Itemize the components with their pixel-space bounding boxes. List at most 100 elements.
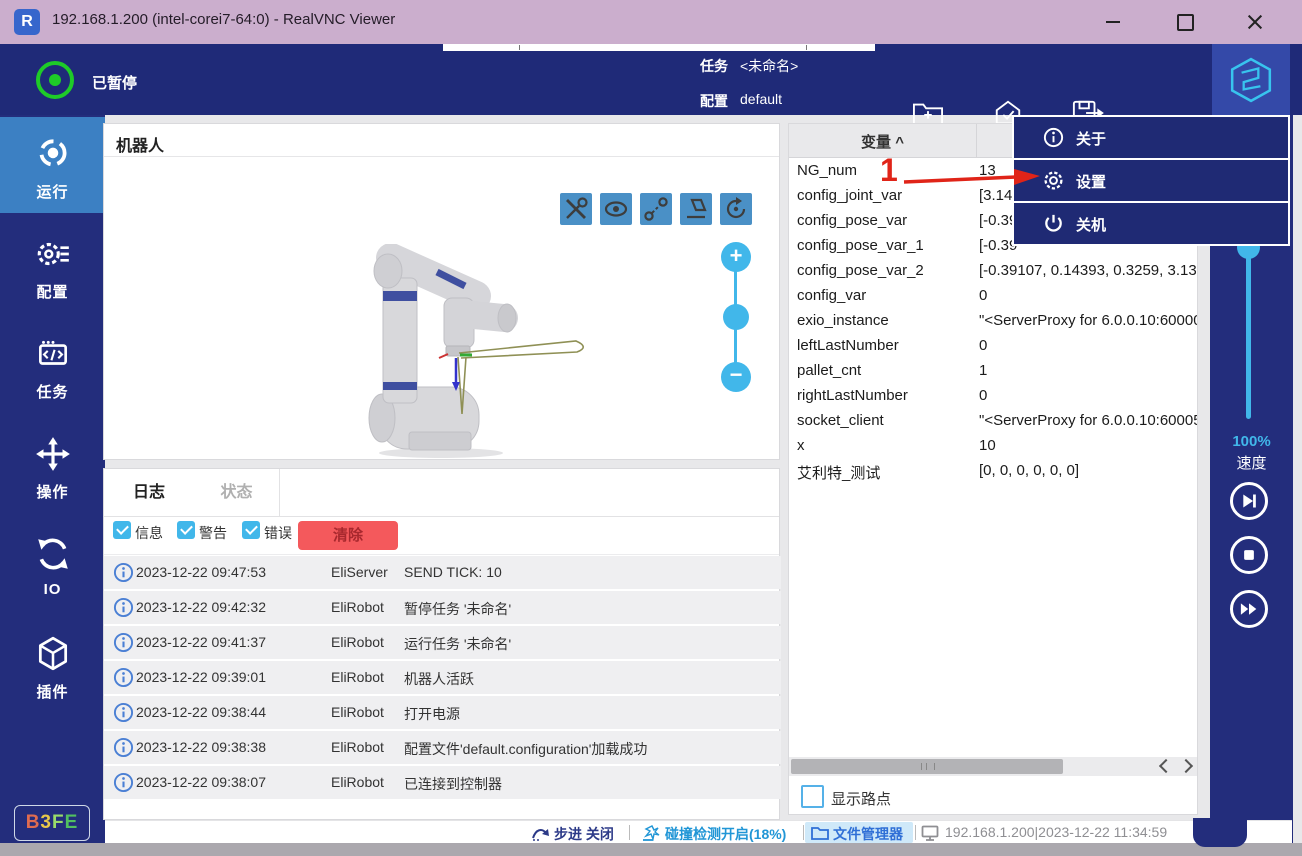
top-app-bar: 已暂停 任务 <未命名> 配置 default 新建 打开 <box>0 44 1302 115</box>
variable-name: config_pose_var_2 <box>797 262 924 279</box>
sidebar-item-config[interactable]: 配置 <box>0 217 105 313</box>
variable-value: 10 <box>979 437 996 454</box>
view-tools-button[interactable] <box>560 193 592 225</box>
divider <box>104 554 779 555</box>
eraser-icon <box>680 193 712 225</box>
variable-name: 艾利特_测试 <box>797 462 880 483</box>
menu-item-about[interactable]: 关于 <box>1014 117 1288 158</box>
variable-row: leftLastNumber0 <box>789 334 1198 359</box>
menu-about-label: 关于 <box>1076 128 1106 149</box>
folder-icon <box>811 825 829 840</box>
step-mode-status[interactable]: 步进 关闭 <box>554 824 614 844</box>
log-source: EliRobot <box>331 634 384 650</box>
variable-name: config_var <box>797 287 866 304</box>
filter-warning-label: 警告 <box>199 523 227 543</box>
separator <box>915 825 916 840</box>
log-message: SEND TICK: 10 <box>404 564 502 580</box>
variables-collapse-toggle[interactable]: 变量 ^ <box>789 131 976 152</box>
log-source: EliRobot <box>331 669 384 685</box>
log-source: EliRobot <box>331 774 384 790</box>
horizontal-scrollbar[interactable] <box>789 757 1198 776</box>
file-manager-button[interactable]: 文件管理器 <box>805 822 913 843</box>
variables-header-label: 变量 <box>861 134 891 151</box>
variable-name: config_pose_var_1 <box>797 237 924 254</box>
zoom-out-button[interactable]: − <box>721 362 751 392</box>
corner-tab <box>1193 818 1247 847</box>
fast-forward-icon <box>1236 596 1262 622</box>
filter-warning-checkbox[interactable] <box>177 521 195 539</box>
maximize-button[interactable] <box>1162 0 1208 44</box>
filter-error-label: 错误 <box>264 523 292 543</box>
step-play-button[interactable] <box>1230 482 1268 520</box>
filter-info-label: 信息 <box>135 523 163 543</box>
view-erase-button[interactable] <box>680 193 712 225</box>
variable-name: rightLastNumber <box>797 387 908 404</box>
log-time: 2023-12-22 09:38:38 <box>136 739 266 755</box>
scroll-right-arrow[interactable] <box>1179 759 1193 773</box>
sidebar-item-run[interactable]: 运行 <box>0 117 105 213</box>
zoom-slider-knob[interactable] <box>723 304 749 330</box>
sidebar-item-label: IO <box>0 581 105 598</box>
sidebar-item-task[interactable]: 任务 <box>0 317 105 413</box>
variable-name: x <box>797 437 805 454</box>
cube-icon <box>34 635 72 673</box>
fast-forward-button[interactable] <box>1230 590 1268 628</box>
scrollbar-thumb[interactable] <box>791 759 1063 774</box>
task-value: <未命名> <box>740 56 798 76</box>
sidebar-item-label: 插件 <box>0 681 105 702</box>
variable-row: pallet_cnt1 <box>789 359 1198 384</box>
stop-button[interactable] <box>1230 536 1268 574</box>
view-rotate-button[interactable] <box>720 193 752 225</box>
variable-name: exio_instance <box>797 312 889 329</box>
speed-slider-track[interactable] <box>1246 245 1251 419</box>
variable-value: 0 <box>979 387 987 404</box>
variable-value: 0 <box>979 287 987 304</box>
sidebar-item-io[interactable]: IO <box>0 517 105 613</box>
filter-error-checkbox[interactable] <box>242 521 260 539</box>
sidebar-item-label: 配置 <box>0 281 105 302</box>
log-entry: 2023-12-22 09:41:37 EliRobot 运行任务 '未命名' <box>104 626 781 659</box>
tab-log[interactable]: 日志 <box>104 469 195 516</box>
log-source: EliRobot <box>331 599 384 615</box>
clear-log-button[interactable]: 清除 <box>298 521 398 550</box>
minimize-button[interactable] <box>1090 0 1136 44</box>
view-path-button[interactable] <box>640 193 672 225</box>
sidebar: 运行 配置 任务 操作 <box>0 115 105 843</box>
sidebar-item-plugin[interactable]: 插件 <box>0 617 105 713</box>
log-entry: 2023-12-22 09:38:44 EliRobot 打开电源 <box>104 696 781 729</box>
show-waypoints-checkbox[interactable] <box>801 785 824 808</box>
robot-3d-view[interactable] <box>241 244 661 459</box>
info-icon <box>113 562 134 583</box>
tab-status[interactable]: 状态 <box>194 469 280 516</box>
variable-name: config_joint_var <box>797 187 902 204</box>
speed-label: 速度 <box>1210 452 1293 473</box>
rotate-icon <box>720 193 752 225</box>
menu-item-shutdown[interactable]: 关机 <box>1014 203 1288 244</box>
vnc-toolbar-strip[interactable] <box>443 44 875 51</box>
app-menu-button[interactable] <box>1212 44 1290 115</box>
zoom-in-button[interactable]: + <box>721 242 751 272</box>
log-source: EliServer <box>331 564 388 580</box>
view-visibility-button[interactable] <box>600 193 632 225</box>
eye-icon <box>600 193 632 225</box>
robot-view-panel: 机器人 <box>103 123 780 460</box>
sidebar-item-operate[interactable]: 操作 <box>0 417 105 513</box>
collapse-caret-icon: ^ <box>895 134 904 151</box>
filter-info-checkbox[interactable] <box>113 521 131 539</box>
log-panel: 日志 状态 信息 警告 错误 清除 2023-12-22 09:47:53 El… <box>103 468 780 820</box>
divider <box>104 516 779 517</box>
log-message: 打开电源 <box>404 704 460 724</box>
variable-row: rightLastNumber 0 <box>789 384 1198 409</box>
scroll-left-arrow[interactable] <box>1159 759 1173 773</box>
window-bottom-edge <box>0 843 1302 856</box>
menu-item-settings[interactable]: 设置 <box>1014 160 1288 201</box>
collision-icon <box>641 825 661 841</box>
log-entry: 2023-12-22 09:38:38 EliRobot 配置文件'defaul… <box>104 731 781 764</box>
log-message: 已连接到控制器 <box>404 774 502 794</box>
variable-name: socket_client <box>797 412 884 429</box>
collision-detect-status[interactable]: 碰撞检测开启(18%) <box>665 824 786 844</box>
close-button[interactable] <box>1232 0 1278 44</box>
log-time: 2023-12-22 09:38:44 <box>136 704 266 720</box>
variable-value: [-0.39107, 0.14393, 0.3259, 3.1325 <box>979 262 1198 279</box>
log-time: 2023-12-22 09:39:01 <box>136 669 266 685</box>
